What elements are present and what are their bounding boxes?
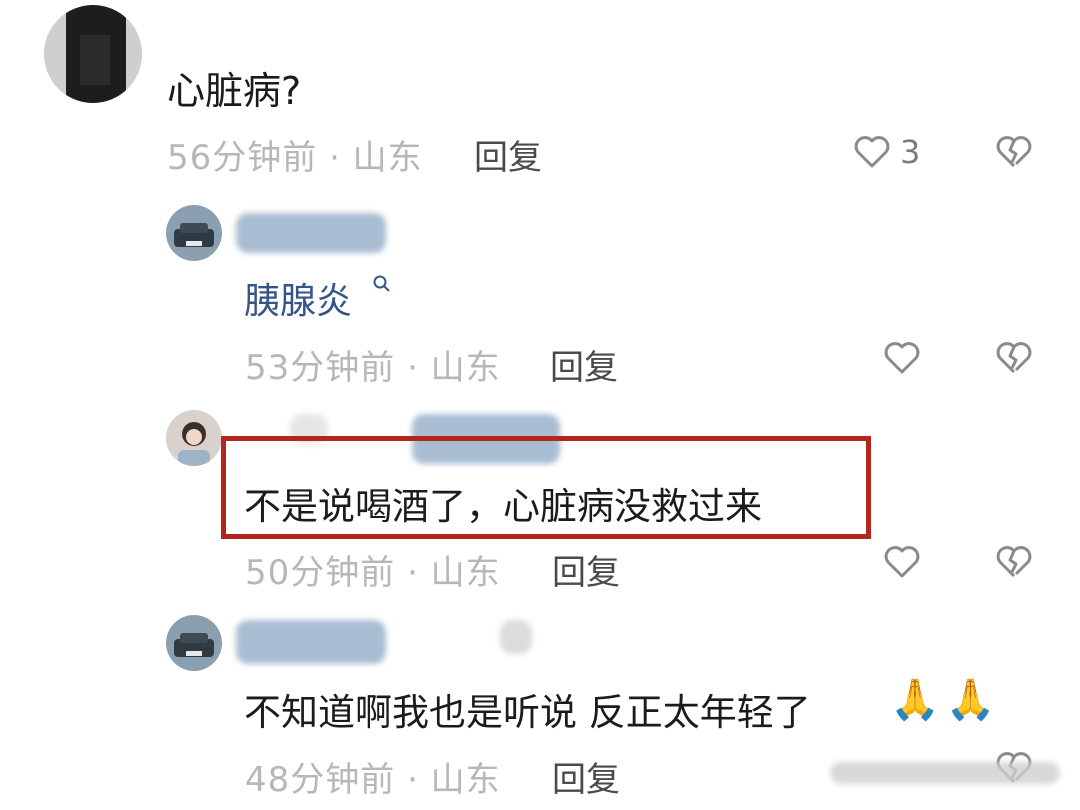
broken-heart-icon[interactable] <box>994 132 1034 172</box>
avatar-image <box>166 205 222 261</box>
broken-heart-icon[interactable] <box>994 542 1034 582</box>
avatar[interactable] <box>166 410 222 466</box>
heart-outline-icon[interactable] <box>882 542 922 582</box>
blurred-username <box>236 213 386 253</box>
broken-heart-icon[interactable] <box>994 338 1034 378</box>
avatar-image <box>44 5 142 103</box>
reply-button[interactable]: 回复 <box>474 130 542 179</box>
avatar-image <box>166 410 222 466</box>
comment-meta: 53分钟前 · 山东 <box>245 348 501 388</box>
reply-button[interactable]: 回复 <box>550 340 618 389</box>
blurred-username <box>236 620 386 664</box>
avatar[interactable] <box>166 205 222 261</box>
watermark <box>830 762 1060 784</box>
avatar[interactable] <box>44 5 142 103</box>
avatar-image <box>166 615 222 671</box>
heart-outline-icon[interactable] <box>852 132 892 172</box>
comment-text: 心脏病? <box>167 69 302 113</box>
comment-meta: 50分钟前 · 山东 <box>245 553 501 593</box>
heart-outline-icon[interactable] <box>882 338 922 378</box>
blurred-username <box>500 620 532 654</box>
comment-meta: 48分钟前 · 山东 <box>245 760 501 800</box>
avatar[interactable] <box>166 615 222 671</box>
like-count: 3 <box>900 133 921 171</box>
reply-button[interactable]: 回复 <box>552 752 620 801</box>
comment-meta: 56分钟前 · 山东 <box>167 138 423 178</box>
reply-button[interactable]: 回复 <box>552 545 620 594</box>
search-icon <box>373 275 390 292</box>
comment-text: 不是说喝酒了，心脏病没救过来 <box>244 485 762 528</box>
praying-hands-emoji: 🙏🙏 <box>890 677 1002 723</box>
comment-text: 不知道啊我也是听说 反正太年轻了 <box>244 691 811 734</box>
comment-text[interactable]: 胰腺炎 <box>244 272 352 324</box>
